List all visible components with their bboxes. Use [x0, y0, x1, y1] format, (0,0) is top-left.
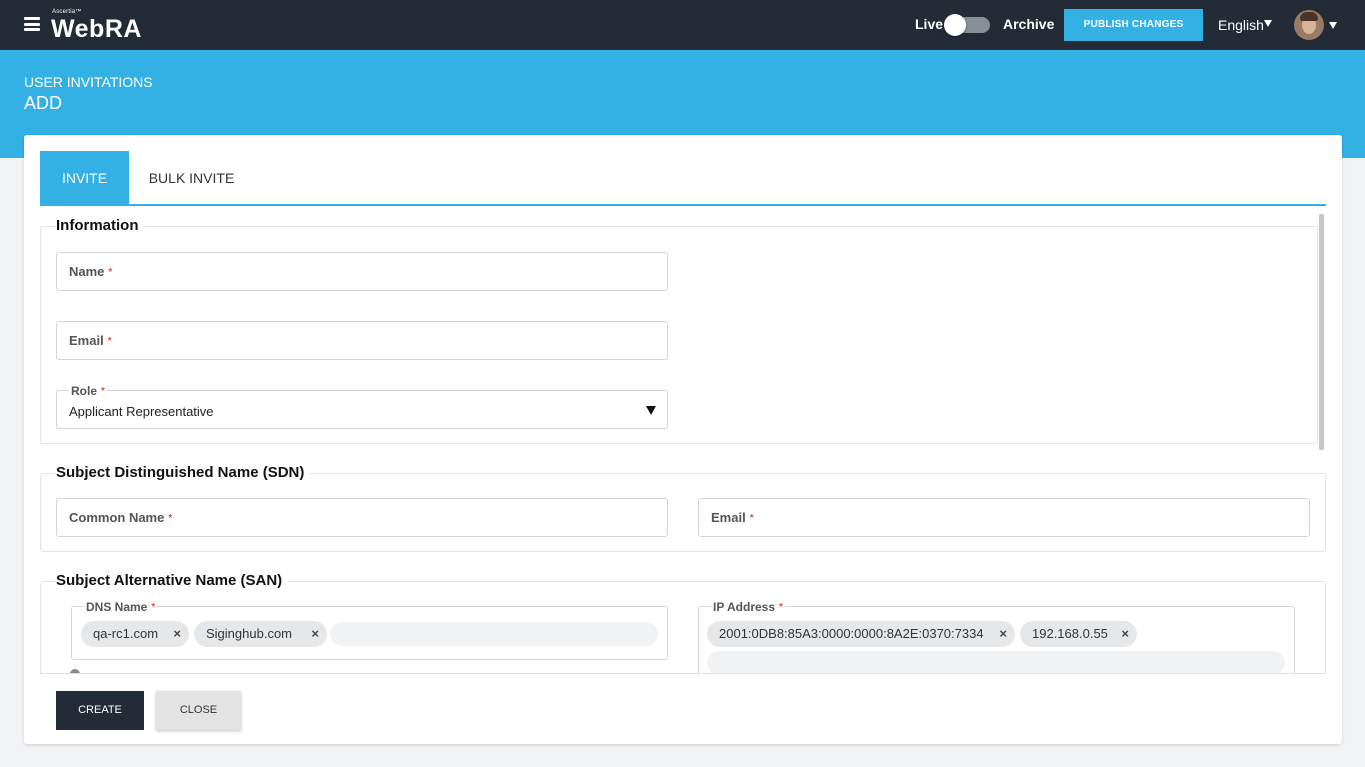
close-icon[interactable]: ×	[1121, 621, 1129, 647]
dns-name-label-text: DNS Name	[86, 600, 148, 614]
page-title: ADD	[24, 93, 63, 113]
toggle-live-label: Live	[915, 16, 944, 32]
information-title: Information	[56, 217, 145, 234]
ip-chip: 2001:0DB8:85A3:0000:0000:8A2E:0370:7334 …	[707, 621, 1015, 647]
common-name-label: Common Name *	[69, 510, 172, 525]
sdn-email-field[interactable]: Email *	[698, 498, 1310, 537]
required-mark: *	[779, 602, 783, 613]
sdn-email-label: Email *	[711, 510, 754, 525]
ip-address-label: IP Address *	[711, 600, 785, 614]
chevron-down-icon[interactable]	[1264, 20, 1272, 27]
name-field[interactable]: Name *	[56, 252, 668, 291]
breadcrumb: USER INVITATIONS	[24, 74, 153, 90]
role-value: Applicant Representative	[69, 404, 214, 419]
avatar[interactable]	[1294, 10, 1324, 40]
role-label: Role *	[69, 384, 107, 398]
role-select[interactable]: Role * Applicant Representative	[56, 384, 668, 429]
avatar-hair	[1300, 12, 1318, 21]
dns-chip-label: qa-rc1.com	[93, 626, 159, 641]
toggle-knob[interactable]	[944, 14, 966, 36]
close-icon[interactable]: ×	[311, 621, 319, 647]
role-label-text: Role	[71, 384, 98, 398]
create-button[interactable]: CREATE	[56, 691, 144, 730]
required-mark: *	[151, 602, 156, 613]
ip-chip-label: 192.168.0.55	[1032, 626, 1108, 641]
close-button[interactable]: CLOSE	[156, 691, 241, 730]
dns-chip: Siginghub.com ×	[194, 621, 327, 647]
tab-invite[interactable]: INVITE	[40, 151, 129, 205]
language-selector[interactable]: English	[1218, 17, 1264, 33]
ip-address-input[interactable]	[707, 651, 1285, 675]
email-field[interactable]: Email *	[56, 321, 668, 360]
email-label-text: Email	[69, 333, 104, 348]
sdn-title: Subject Distinguished Name (SDN)	[56, 464, 311, 481]
name-label-text: Name	[69, 264, 105, 279]
ip-chip: 192.168.0.55 ×	[1020, 621, 1137, 647]
tab-underline	[40, 204, 1326, 206]
close-icon[interactable]: ×	[999, 621, 1007, 647]
ip-address-label-text: IP Address	[713, 600, 776, 614]
menu-icon[interactable]	[24, 17, 40, 31]
email-label: Email *	[69, 333, 112, 348]
dns-chip-label: Siginghub.com	[206, 626, 292, 641]
required-mark: *	[101, 386, 105, 397]
chevron-down-icon[interactable]	[1329, 22, 1337, 29]
dns-name-input[interactable]	[330, 622, 658, 646]
brand-logo[interactable]: WebRA	[51, 14, 142, 44]
name-label: Name *	[69, 264, 112, 279]
dropdown-arrow-icon[interactable]	[646, 406, 656, 415]
san-title: Subject Alternative Name (SAN)	[56, 572, 289, 589]
publish-changes-button[interactable]: PUBLISH CHANGES	[1064, 9, 1203, 41]
dns-chip: qa-rc1.com ×	[81, 621, 189, 647]
scrollbar[interactable]	[1319, 214, 1324, 450]
live-archive-toggle[interactable]	[944, 14, 990, 36]
required-mark: *	[107, 336, 112, 347]
ip-chip-label: 2001:0DB8:85A3:0000:0000:8A2E:0370:7334	[719, 626, 984, 641]
dns-name-label: DNS Name *	[84, 600, 158, 614]
common-name-field[interactable]: Common Name *	[56, 498, 668, 537]
required-mark: *	[108, 267, 113, 278]
sdn-email-label-text: Email	[711, 510, 746, 525]
close-icon[interactable]: ×	[173, 621, 181, 647]
common-name-label-text: Common Name	[69, 510, 165, 525]
required-mark: *	[168, 513, 173, 524]
required-mark: *	[749, 513, 754, 524]
tab-bulk-invite[interactable]: BULK INVITE	[129, 151, 254, 205]
toggle-archive-label: Archive	[1003, 16, 1055, 32]
